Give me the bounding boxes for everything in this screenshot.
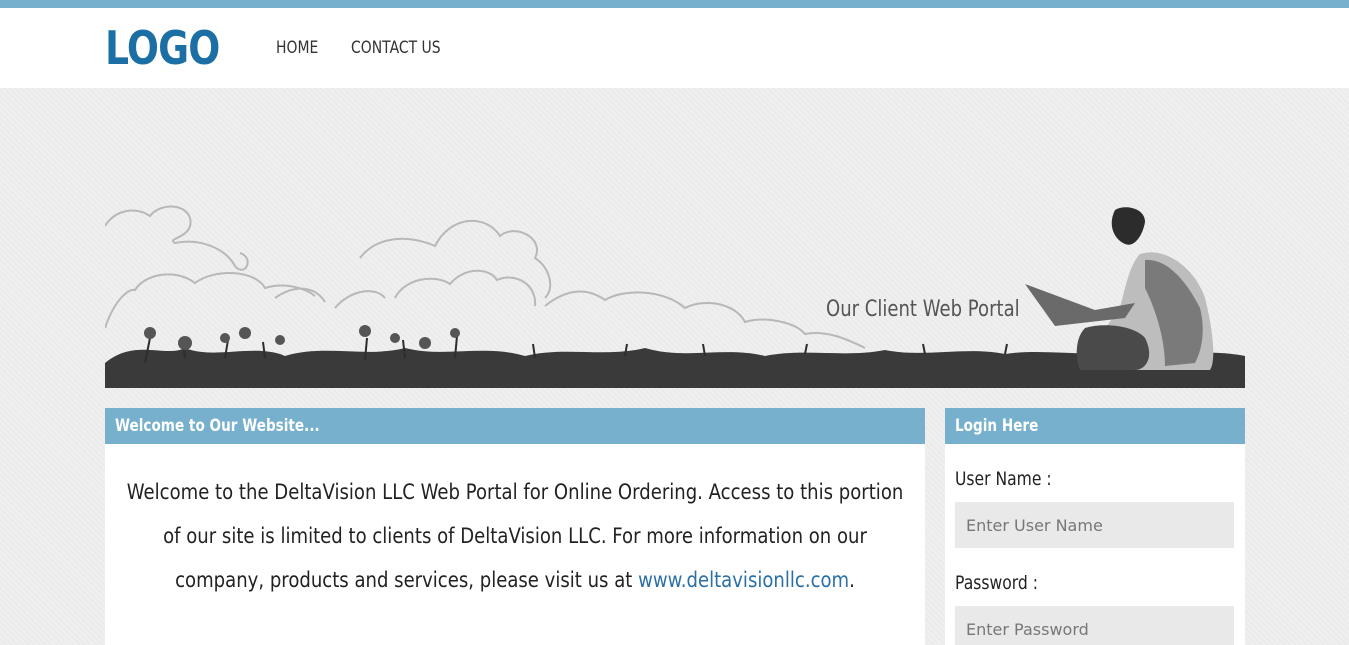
login-panel-title: Login Here	[955, 416, 1039, 436]
site-header: LOGO HOME CONTACT US	[0, 8, 1349, 88]
login-panel-header: Login Here	[945, 408, 1245, 444]
password-input[interactable]	[955, 606, 1234, 645]
site-logo[interactable]: LOGO	[105, 16, 220, 80]
nav-home-link[interactable]: HOME	[276, 38, 318, 58]
welcome-panel-body: Welcome to the DeltaVision LLC Web Porta…	[105, 444, 925, 645]
welcome-paragraph-block: Welcome to the DeltaVision LLC Web Porta…	[125, 470, 904, 602]
username-label: User Name :	[955, 468, 1052, 490]
banner-caption: Our Client Web Portal	[826, 297, 1020, 322]
company-website-link[interactable]: www.deltavisionllc.com	[638, 568, 849, 592]
top-accent-strip	[0, 0, 1349, 8]
nav-contact-us-link[interactable]: CONTACT US	[351, 38, 441, 58]
username-input[interactable]	[955, 502, 1234, 548]
welcome-panel-title: Welcome to Our Website...	[115, 416, 320, 436]
login-panel-body: User Name : Password :	[945, 444, 1245, 645]
hero-banner-illustration	[105, 198, 1245, 388]
welcome-paragraph: Welcome to the DeltaVision LLC Web Porta…	[125, 470, 905, 602]
welcome-text-end: .	[849, 568, 855, 592]
password-label: Password :	[955, 572, 1038, 594]
welcome-panel-header: Welcome to Our Website...	[105, 408, 925, 444]
